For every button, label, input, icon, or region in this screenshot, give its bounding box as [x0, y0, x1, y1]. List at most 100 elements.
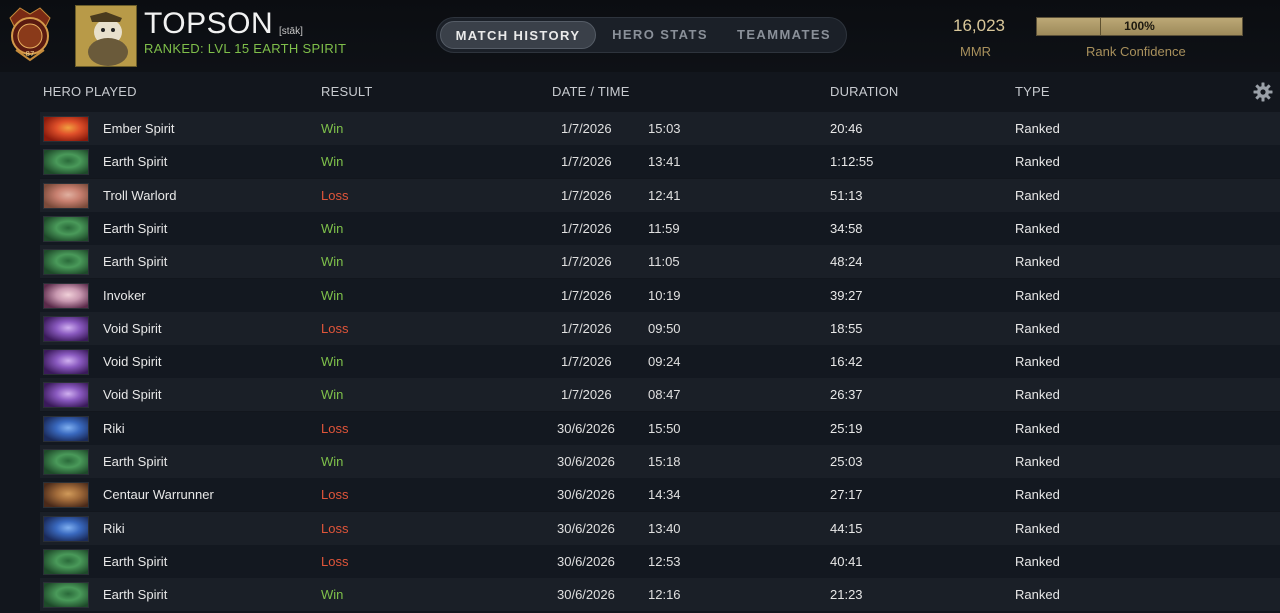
- hero-name: Centaur Warrunner: [103, 487, 214, 503]
- earth-spirit-hero-icon: [43, 215, 89, 242]
- match-type: Ranked: [1015, 487, 1060, 503]
- match-row[interactable]: Earth Spirit Win 1/7/2026 13:41 1:12:55 Ranke…: [40, 145, 1280, 179]
- earth-spirit-hero-icon: [43, 249, 89, 276]
- match-duration: 20:46: [830, 121, 863, 136]
- match-type: Ranked: [1015, 520, 1060, 536]
- match-date: 1/7/2026: [561, 154, 612, 170]
- match-result: Win: [321, 220, 344, 236]
- match-row[interactable]: Invoker Win 1/7/2026 10:19 39:27 Ranked: [40, 278, 1280, 312]
- match-duration: 26:37: [830, 387, 863, 403]
- match-row[interactable]: Earth Spirit Win 1/7/2026 11:05 48:24 Ranked: [40, 245, 1280, 279]
- match-time: 12:53: [648, 553, 681, 569]
- rank-confidence-label: Rank Confidence: [1086, 44, 1186, 59]
- match-row[interactable]: Riki Loss 30/6/2026 13:40 44:15 Ranked: [40, 511, 1280, 545]
- match-result: Win: [321, 454, 344, 469]
- match-time: 14:34: [648, 487, 681, 503]
- column-header-duration[interactable]: DURATION: [830, 84, 899, 99]
- match-result: Loss: [321, 487, 349, 503]
- mmr-label: MMR: [960, 44, 992, 59]
- hero-name: Earth Spirit: [103, 220, 168, 236]
- match-duration: 27:17: [830, 487, 863, 503]
- tab-teammates[interactable]: TEAMMATES: [724, 21, 844, 49]
- match-type: Ranked: [1015, 420, 1060, 436]
- hero-name: Earth Spirit: [103, 454, 168, 469]
- void-spirit-hero-icon: [43, 315, 89, 342]
- match-row[interactable]: Void Spirit Win 1/7/2026 09:24 16:42 Ranked: [40, 345, 1280, 379]
- match-type: Ranked: [1015, 454, 1060, 469]
- player-tag: [stāk]: [279, 26, 303, 37]
- match-row[interactable]: Ember Spirit Win 1/7/2026 15:03 20:46 Ranked: [40, 112, 1280, 145]
- match-duration: 21:23: [830, 587, 863, 603]
- hero-name: Riki: [103, 420, 125, 436]
- match-type: Ranked: [1015, 587, 1060, 603]
- match-row[interactable]: Earth Spirit Win 1/7/2026 11:59 34:58 Ranked: [40, 211, 1280, 245]
- match-time: 08:47: [648, 387, 681, 403]
- match-date: 1/7/2026: [561, 387, 612, 403]
- match-result: Loss: [321, 520, 349, 536]
- column-header-result[interactable]: RESULT: [321, 84, 373, 99]
- rank-confidence-value: 100%: [1124, 19, 1155, 33]
- match-time: 12:41: [648, 187, 681, 203]
- match-date: 1/7/2026: [561, 220, 612, 236]
- match-result: Loss: [321, 420, 349, 436]
- match-row[interactable]: Troll Warlord Loss 1/7/2026 12:41 51:13 Ranke…: [40, 178, 1280, 212]
- match-time: 10:19: [648, 287, 681, 303]
- medal-level: 87: [26, 50, 35, 58]
- match-duration: 44:15: [830, 520, 863, 536]
- match-result: Win: [321, 587, 344, 603]
- hero-name: Earth Spirit: [103, 154, 168, 170]
- match-type: Ranked: [1015, 354, 1060, 370]
- match-row[interactable]: Void Spirit Loss 1/7/2026 09:50 18:55 Ranked: [40, 311, 1280, 345]
- match-result: Win: [321, 387, 344, 403]
- player-name: TOPSON: [144, 7, 274, 40]
- match-duration: 1:12:55: [830, 154, 874, 170]
- match-date: 1/7/2026: [561, 354, 612, 370]
- match-duration: 18:55: [830, 320, 863, 336]
- hero-name: Void Spirit: [103, 320, 162, 336]
- hero-name: Void Spirit: [103, 354, 162, 370]
- riki-hero-icon: [43, 515, 89, 542]
- tab-hero-stats[interactable]: HERO STATS: [600, 21, 720, 49]
- match-date: 30/6/2026: [557, 553, 615, 569]
- match-time: 13:41: [648, 154, 681, 170]
- column-header-datetime[interactable]: DATE / TIME: [552, 84, 630, 99]
- match-row[interactable]: Earth Spirit Win 30/6/2026 12:16 21:23 Ranked: [40, 578, 1280, 612]
- invoker-hero-icon: [43, 282, 89, 309]
- match-row[interactable]: Centaur Warrunner Loss 30/6/2026 14:34 27:17…: [40, 478, 1280, 512]
- column-header-type[interactable]: TYPE: [1015, 84, 1050, 99]
- match-time: 13:40: [648, 520, 681, 536]
- player-avatar[interactable]: [75, 5, 137, 67]
- match-date: 30/6/2026: [557, 520, 615, 536]
- match-type: Ranked: [1015, 121, 1060, 136]
- match-date: 1/7/2026: [561, 187, 612, 203]
- tab-match-history[interactable]: MATCH HISTORY: [440, 21, 596, 49]
- match-time: 09:50: [648, 320, 681, 336]
- match-time: 15:18: [648, 454, 681, 469]
- hero-name: Earth Spirit: [103, 254, 168, 270]
- match-date: 30/6/2026: [557, 587, 615, 603]
- match-result: Loss: [321, 320, 349, 336]
- hero-name: Troll Warlord: [103, 187, 177, 203]
- riki-hero-icon: [43, 415, 89, 442]
- ember-spirit-hero-icon: [43, 116, 89, 142]
- match-row[interactable]: Void Spirit Win 1/7/2026 08:47 26:37 Ranked: [40, 378, 1280, 412]
- earth-spirit-hero-icon: [43, 582, 89, 609]
- match-date: 30/6/2026: [557, 487, 615, 503]
- match-type: Ranked: [1015, 254, 1060, 270]
- match-date: 1/7/2026: [561, 121, 612, 136]
- void-spirit-hero-icon: [43, 349, 89, 376]
- match-time: 15:50: [648, 420, 681, 436]
- match-row[interactable]: Earth Spirit Loss 30/6/2026 12:53 40:41 Ranke…: [40, 544, 1280, 578]
- match-duration: 40:41: [830, 553, 863, 569]
- match-type: Ranked: [1015, 553, 1060, 569]
- column-header-hero[interactable]: HERO PLAYED: [43, 84, 137, 99]
- earth-spirit-hero-icon: [43, 149, 89, 176]
- match-row[interactable]: Earth Spirit Win 30/6/2026 15:18 25:03 Ranked: [40, 445, 1280, 478]
- match-duration: 39:27: [830, 287, 863, 303]
- match-row[interactable]: Riki Loss 30/6/2026 15:50 25:19 Ranked: [40, 411, 1280, 445]
- match-result: Win: [321, 287, 344, 303]
- match-duration: 25:19: [830, 420, 863, 436]
- match-duration: 51:13: [830, 187, 863, 203]
- settings-gear-icon[interactable]: [1253, 82, 1273, 102]
- match-duration: 25:03: [830, 454, 863, 469]
